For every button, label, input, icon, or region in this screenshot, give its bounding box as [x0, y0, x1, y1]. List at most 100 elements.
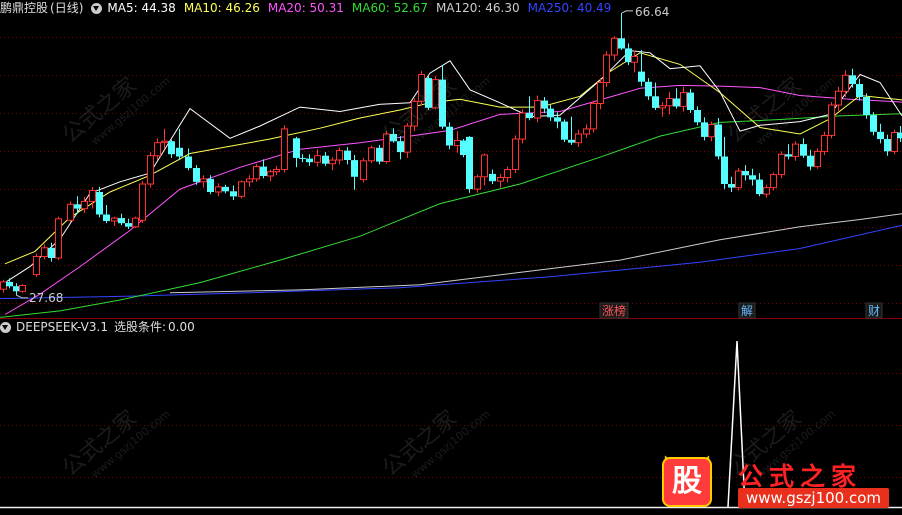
candle-body-down [884, 139, 891, 152]
logo-url: www.gszj100.com [738, 488, 890, 508]
candle-body-down [618, 38, 625, 49]
candle-body-up [474, 176, 481, 190]
candle-body-down [547, 108, 554, 118]
candle-body-down [877, 131, 884, 140]
candle-body-up [154, 142, 161, 157]
candle-body-up [659, 105, 666, 109]
candle-body-down [322, 155, 329, 164]
candle-body-up [200, 178, 207, 183]
indicator-header: DEEPSEEK-V3.1 选股条件: 0.00 [0, 319, 203, 335]
candle-body-up [81, 200, 88, 210]
candle-body-up [814, 150, 821, 168]
candle-body-down [638, 71, 645, 82]
candle-body-up [666, 98, 673, 107]
candle-body-up [708, 124, 715, 138]
candle-body-up [418, 74, 425, 102]
candle-body-up [842, 74, 849, 92]
candle-body-up [680, 92, 687, 107]
candle-body-up [454, 140, 461, 147]
candle-body-up [597, 82, 604, 104]
candle-body-down [807, 155, 814, 167]
candle-body-down [756, 179, 763, 195]
price-chart[interactable]: 66.64 27.68 涨榜 解 财 [0, 0, 902, 515]
candle-body-up [147, 155, 154, 185]
candle-body-up [89, 190, 96, 202]
candle-body-down [554, 117, 561, 122]
candle-body-down [439, 79, 446, 127]
candle-body-up [360, 160, 367, 181]
candle-body-up [111, 217, 118, 222]
candle-body-down [96, 192, 103, 215]
candle-body-down [230, 191, 237, 197]
high-marker [621, 10, 633, 14]
stock-chart-window: 鹏鼎控股 (日线) MA5: 44.38 MA10: 46.26 MA20: 50.… [0, 0, 902, 515]
indicator-settings-icon[interactable] [0, 321, 11, 333]
candle-body-down [118, 218, 125, 224]
candle-body-down [390, 134, 397, 142]
logo-badge: 股 [664, 459, 710, 505]
candle-body-up [132, 217, 139, 228]
event-marker-label: 涨榜 [602, 303, 626, 318]
candle-body-down [207, 178, 214, 192]
candle-body-down [673, 98, 680, 107]
ma250-line [0, 224, 902, 300]
candle-body-down [260, 166, 267, 176]
candle-body-up [504, 169, 511, 178]
candle-body-down [74, 204, 81, 209]
candle-body-up [763, 187, 770, 195]
candle-body-down [306, 158, 313, 163]
candle-body-up [611, 37, 618, 56]
candle-body-down [299, 157, 306, 159]
candle-body-down [863, 97, 870, 116]
candle-body-down [351, 160, 358, 177]
candle-body-down [749, 175, 756, 180]
candle-body-down [466, 136, 473, 190]
candle-body-down [715, 124, 722, 157]
ma5-line [4, 50, 902, 284]
low-price-label: 27.68 [29, 291, 63, 305]
candle-body-down [13, 286, 20, 292]
candle-body-down [694, 110, 701, 123]
candle-body-up [238, 181, 245, 197]
candle-body-up [432, 79, 439, 109]
candle-body-down [856, 84, 863, 97]
candle-body-up [575, 133, 582, 144]
candle-body-down [446, 126, 453, 146]
candle-body-up [835, 90, 842, 106]
candle-body-up [253, 166, 260, 180]
candle-body-down [489, 173, 496, 182]
candle-body-down [687, 92, 694, 110]
candle-body-down [397, 141, 404, 153]
candle-body-up [314, 155, 321, 163]
candle-body-down [103, 214, 110, 221]
event-marker-label: 解 [741, 304, 753, 318]
indicator-name[interactable]: DEEPSEEK-V3.1 [16, 319, 108, 335]
candle-body-up [55, 218, 62, 259]
candle-body-down [652, 96, 659, 108]
site-logo: 股 公式之家 www.gszj100.com [660, 453, 902, 515]
candle-body-up [792, 143, 799, 157]
candle-body-up [41, 247, 48, 258]
candle-body-down [541, 100, 548, 109]
candle-body-up [735, 170, 742, 189]
candle-body-up [281, 128, 288, 170]
candle-body-down [728, 184, 735, 188]
candle-body-up [33, 256, 40, 276]
high-price-label: 66.64 [635, 5, 669, 19]
candle-body-up [329, 159, 336, 165]
candle-body-up [512, 138, 519, 170]
candle-body-down [870, 115, 877, 132]
candle-body-down [176, 147, 183, 157]
ma120-line [169, 213, 902, 294]
candle-body-down [568, 139, 575, 143]
candle-body-down [344, 150, 351, 160]
candle-body-down [185, 156, 192, 169]
candle-body-down [625, 48, 632, 63]
candle-body-down [222, 186, 229, 192]
candle-body-up [215, 186, 222, 193]
candle-body-down [168, 141, 175, 155]
candle-body-up [19, 285, 26, 292]
candle-body-down [785, 154, 792, 157]
candle-body-down [293, 138, 300, 158]
candle-body-down [460, 140, 467, 155]
